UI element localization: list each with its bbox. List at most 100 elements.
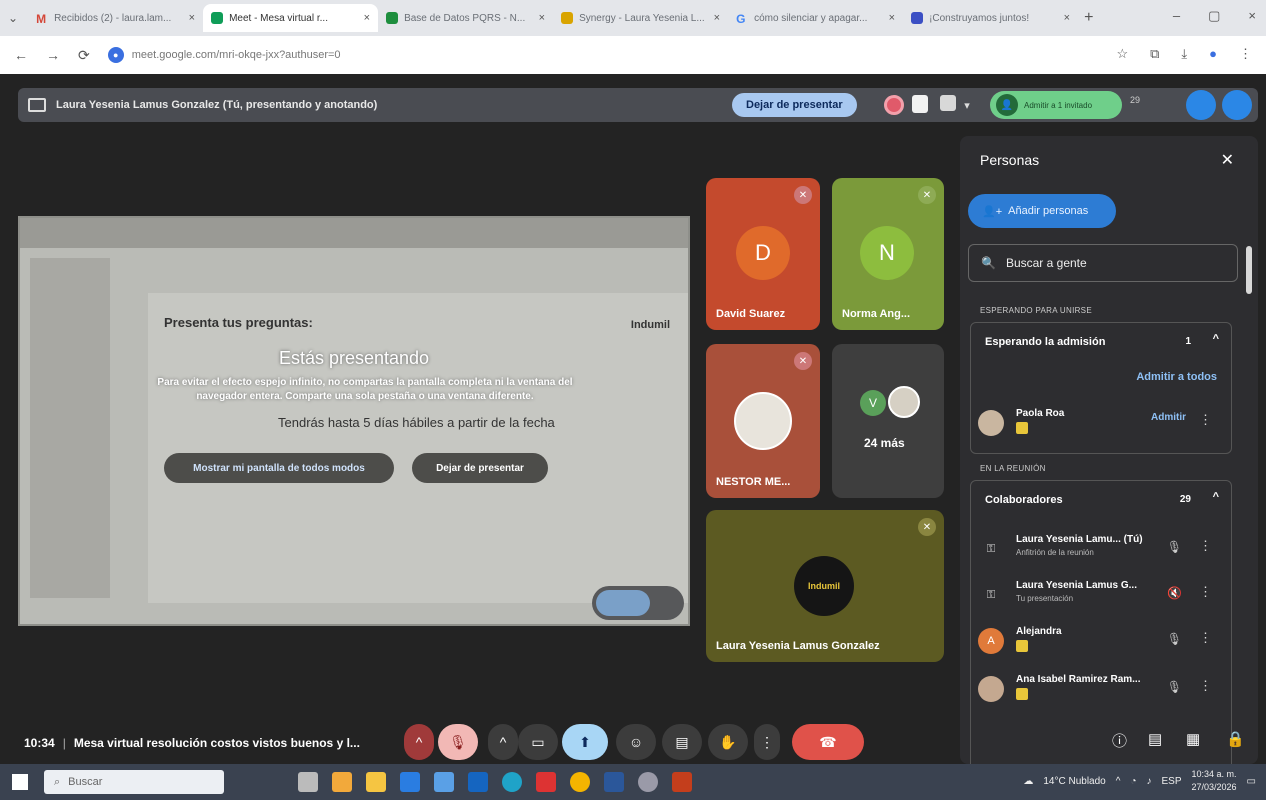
outlook-icon[interactable]	[468, 772, 488, 792]
more-participants-tile[interactable]: V 24 más	[832, 344, 944, 498]
reload-icon[interactable]: ⟳	[78, 47, 90, 64]
tab-google-search[interactable]: G cómo silenciar y apagar... ×	[728, 4, 903, 32]
tab-close-icon[interactable]: ×	[714, 12, 720, 24]
bookmark-star-icon[interactable]: ☆	[1116, 46, 1128, 62]
notifications-icon[interactable]: ▭	[1247, 776, 1256, 787]
participant-tile[interactable]: ✕ NESTOR ME...	[706, 344, 820, 498]
search-input[interactable]	[1005, 256, 1206, 270]
tab-close-icon[interactable]: ×	[189, 12, 195, 24]
add-people-button[interactable]: 👤+ Añadir personas	[968, 194, 1116, 228]
store-icon[interactable]	[434, 772, 454, 792]
participant-tile[interactable]: ✕ D David Suarez	[706, 178, 820, 330]
admit-guest-button[interactable]: 👤 Admitir a 1 invitado	[990, 91, 1122, 119]
forward-icon[interactable]: →	[46, 47, 60, 63]
dropdown-chevron-icon[interactable]: ▾	[962, 95, 972, 115]
mic-toggle-button[interactable]: 🎙	[438, 724, 478, 760]
scrollbar[interactable]	[1246, 246, 1252, 294]
chevron-up-icon[interactable]: ^	[1213, 491, 1219, 503]
tab-meet[interactable]: Meet - Mesa virtual r... ×	[203, 4, 379, 32]
tab-synergy[interactable]: Synergy - Laura Yesenia L... ×	[553, 4, 728, 32]
language-indicator[interactable]: ESP	[1161, 776, 1181, 787]
file-explorer-icon[interactable]	[366, 772, 386, 792]
tab-sheets[interactable]: Base de Datos PQRS - N... ×	[378, 4, 553, 32]
leave-call-button[interactable]: ☎	[792, 724, 864, 760]
app-icon[interactable]	[638, 772, 658, 792]
admit-all-button[interactable]: Admitir a todos	[1136, 371, 1217, 383]
mic-off-icon[interactable]: 🎙	[1167, 680, 1182, 694]
self-video-tile[interactable]: ✕ Indumil Laura Yesenia Lamus Gonzalez	[706, 510, 944, 662]
more-options-button[interactable]: ⋮	[754, 724, 780, 760]
volume-off-icon[interactable]: 🔇	[1167, 586, 1182, 600]
network-icon[interactable]: ◔	[1130, 776, 1136, 787]
info-icon[interactable]: ⓘ	[1112, 730, 1127, 751]
powerpoint-icon[interactable]	[672, 772, 692, 792]
profile-icon[interactable]: ●	[1209, 46, 1217, 62]
clock[interactable]: 10:34 a. m. 27/03/2026	[1192, 768, 1237, 794]
search-people-field[interactable]: 🔍	[968, 244, 1238, 282]
mic-options-button[interactable]: ^	[404, 724, 434, 760]
tab-gmail[interactable]: M Recibidos (2) - laura.lam... ×	[28, 4, 203, 32]
show-screen-anyway-button[interactable]: Mostrar mi pantalla de todos modos	[164, 453, 394, 483]
collaborators-header[interactable]: Colaboradores 29 ^	[971, 481, 1231, 519]
maximize-icon[interactable]: ▢	[1208, 8, 1220, 24]
url-field[interactable]: ● meet.google.com/mri-okqe-jxx?authuser=…	[107, 47, 341, 63]
tray-expand-icon[interactable]: ^	[1116, 776, 1121, 787]
minimize-icon[interactable]: –	[1173, 8, 1180, 24]
chat-icon[interactable]: ▤	[1148, 730, 1162, 748]
pip-controls[interactable]	[592, 586, 684, 620]
volume-icon[interactable]: ♪	[1146, 776, 1151, 787]
weather-text[interactable]: 14°C Nublado	[1043, 776, 1105, 787]
weather-icon[interactable]: ☁	[1023, 776, 1033, 787]
more-options-icon[interactable]: ⋮	[1199, 630, 1212, 646]
more-options-icon[interactable]: ⋮	[1199, 538, 1212, 554]
record-icon[interactable]	[884, 95, 904, 115]
windows-start-icon[interactable]	[12, 774, 28, 790]
tab-search-chevron-icon[interactable]: ⌄	[8, 11, 18, 25]
camera-toggle-button[interactable]: ▭	[518, 724, 558, 760]
browser-menu-icon[interactable]: ⋮	[1239, 46, 1252, 62]
more-options-icon[interactable]: ⋮	[1199, 412, 1212, 428]
edge-icon[interactable]	[502, 772, 522, 792]
raise-hand-button[interactable]: ✋	[708, 724, 748, 760]
mic-off-icon[interactable]: 🎙	[1167, 632, 1182, 646]
waiting-group-header[interactable]: Esperando la admisión 1 ^	[971, 323, 1231, 361]
participant-tile[interactable]: ✕ N Norma Ang...	[832, 178, 944, 330]
taskbar-search[interactable]: ⌕ Buscar	[44, 770, 224, 794]
word-icon[interactable]	[604, 772, 624, 792]
mail-icon[interactable]	[400, 772, 420, 792]
task-view-icon[interactable]	[298, 772, 318, 792]
tab-close-icon[interactable]: ×	[539, 12, 545, 24]
activities-icon[interactable]	[940, 95, 956, 111]
more-options-icon[interactable]: ⋮	[1199, 584, 1212, 600]
close-icon[interactable]: ✕	[1221, 150, 1234, 170]
tab-close-icon[interactable]: ×	[364, 12, 370, 24]
admit-button[interactable]: Admitir	[1151, 412, 1186, 423]
new-tab-icon[interactable]: +	[1084, 9, 1093, 27]
back-icon[interactable]: ←	[14, 47, 28, 63]
chevron-up-icon[interactable]: ^	[1213, 333, 1219, 345]
reactions-button[interactable]: ☺	[616, 724, 656, 760]
close-window-icon[interactable]: ×	[1248, 8, 1256, 24]
host-controls-icon[interactable]: 🔒	[1226, 730, 1245, 748]
site-info-icon[interactable]: ●	[107, 47, 124, 63]
more-options-icon[interactable]: ⋮	[1199, 678, 1212, 694]
download-icon[interactable]: ⤓	[1181, 46, 1187, 62]
camera-options-button[interactable]: ^	[488, 724, 518, 760]
notes-icon[interactable]	[912, 95, 928, 113]
tab-construyamos[interactable]: ¡Construyamos juntos! ×	[903, 4, 1078, 32]
mic-off-icon[interactable]: 🎙	[1167, 540, 1182, 554]
gemini-button[interactable]	[1222, 90, 1252, 120]
extensions-icon[interactable]: ⧉	[1150, 46, 1159, 62]
participants-button[interactable]	[1186, 90, 1216, 120]
chrome-icon[interactable]	[570, 772, 590, 792]
acrobat-icon[interactable]	[536, 772, 556, 792]
tab-close-icon[interactable]: ×	[1064, 12, 1070, 24]
overlay-stop-presenting-button[interactable]: Dejar de presentar	[412, 453, 548, 483]
apps-grid-icon[interactable]: ▦	[1186, 730, 1200, 748]
tab-close-icon[interactable]: ×	[889, 12, 895, 24]
participant-name: David Suarez	[716, 308, 786, 320]
stop-presenting-button[interactable]: Dejar de presentar	[732, 93, 857, 117]
captions-button[interactable]: ▤	[662, 724, 702, 760]
present-button[interactable]: ⬆	[562, 724, 608, 760]
app-icon[interactable]	[332, 772, 352, 792]
